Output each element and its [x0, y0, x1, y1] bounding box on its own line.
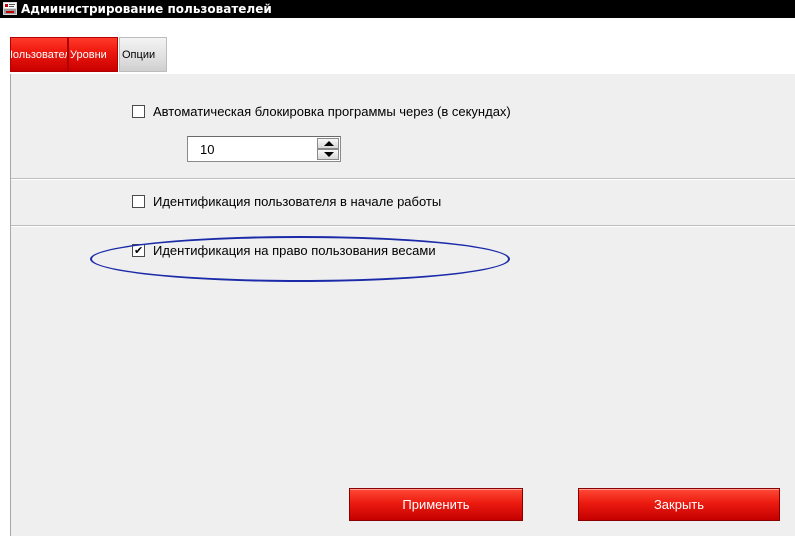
- tab-options-label: Опции: [122, 49, 156, 61]
- window-title: Администрирование пользователей: [21, 2, 272, 16]
- user-identification-checkbox[interactable]: [132, 195, 145, 208]
- user-admin-window: Администрирование пользователей Пользова…: [0, 0, 795, 536]
- close-button[interactable]: Закрыть: [578, 488, 780, 521]
- tab-users[interactable]: Пользователи: [10, 37, 68, 72]
- tab-strip: Пользователи Уровни Опции: [10, 18, 795, 74]
- arrow-up-icon: [324, 141, 334, 146]
- auto-lock-checkbox[interactable]: [132, 105, 145, 118]
- apply-button[interactable]: Применить: [349, 488, 523, 521]
- spin-up-button[interactable]: [317, 138, 339, 149]
- checkmark-icon: ✔: [134, 244, 144, 257]
- user-identification-label: Идентификация пользователя в начале рабо…: [153, 194, 442, 209]
- tab-options[interactable]: Опции: [119, 37, 167, 72]
- arrow-down-icon: [324, 152, 334, 157]
- tab-levels-label: Уровни: [70, 49, 107, 61]
- auto-lock-seconds-value: 10: [200, 142, 215, 157]
- tab-levels[interactable]: Уровни: [68, 37, 118, 72]
- auto-lock-seconds-spinner[interactable]: 10: [187, 136, 341, 162]
- spin-down-button[interactable]: [317, 149, 339, 160]
- options-panel: Автоматическая блокировка программы чере…: [10, 74, 795, 536]
- scale-app-icon: [3, 2, 17, 15]
- scale-identification-checkbox[interactable]: ✔: [132, 244, 145, 257]
- auto-lock-label: Автоматическая блокировка программы чере…: [153, 104, 511, 119]
- tab-users-label: Пользователи: [11, 49, 67, 61]
- title-bar: Администрирование пользователей: [0, 0, 795, 18]
- section-divider: [11, 225, 795, 227]
- scale-identification-label: Идентификация на право пользования весам…: [153, 243, 436, 258]
- section-divider: [11, 178, 795, 180]
